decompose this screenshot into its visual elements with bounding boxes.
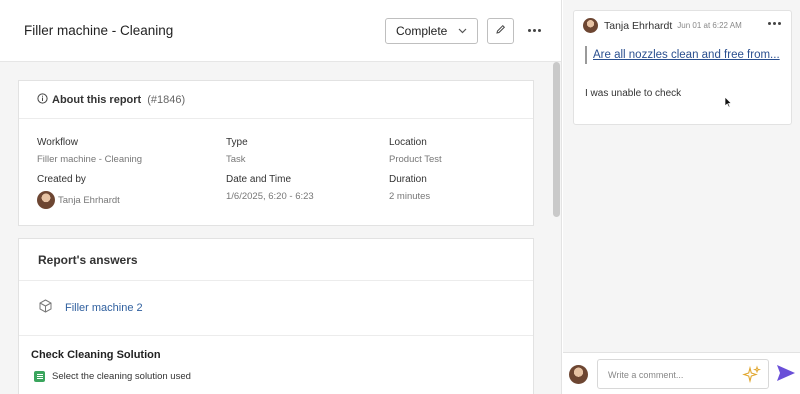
pencil-icon xyxy=(495,22,506,40)
report-header: Filler machine - Cleaning Complete xyxy=(0,0,561,62)
list-select-icon xyxy=(34,371,45,382)
created-by-field: Created by Tanja Ehrhardt xyxy=(37,174,120,209)
type-field: Type Task xyxy=(226,137,248,165)
date-time-field: Date and Time 1/6/2025, 6:20 - 6:23 xyxy=(226,174,314,202)
comment-composer: Write a comment... xyxy=(563,352,800,394)
comment-placeholder: Write a comment... xyxy=(608,370,684,380)
avatar xyxy=(37,191,55,209)
workflow-label: Workflow xyxy=(37,137,78,148)
date-time-value: 1/6/2025, 6:20 - 6:23 xyxy=(226,191,314,202)
scrollbar[interactable] xyxy=(553,62,560,217)
about-report-card: About this report (#1846) Workflow Fille… xyxy=(18,80,534,226)
type-value: Task xyxy=(226,154,246,165)
comment-input[interactable]: Write a comment... xyxy=(597,359,769,389)
avatar xyxy=(583,18,598,33)
comment-card: Tanja Ehrhardt Jun 01 at 6:22 AM Are all… xyxy=(573,10,792,125)
report-answers-card: Report's answers Filler machine 2 Check … xyxy=(18,238,534,394)
location-label: Location xyxy=(389,137,427,148)
about-report-header: About this report (#1846) xyxy=(19,81,533,119)
edit-button[interactable] xyxy=(487,17,514,44)
comment-quote: Are all nozzles clean and free from... xyxy=(585,46,785,64)
page-title: Filler machine - Cleaning xyxy=(24,23,174,38)
question-link[interactable]: Are all nozzles clean and free from... xyxy=(593,49,785,61)
status-dropdown[interactable]: Complete xyxy=(385,17,478,44)
comment-header: Tanja Ehrhardt Jun 01 at 6:22 AM xyxy=(574,11,791,33)
info-icon xyxy=(37,92,48,107)
question-row: Select the cleaning solution used xyxy=(19,361,533,382)
ai-sparkle-icon[interactable] xyxy=(742,365,762,387)
report-id: (#1846) xyxy=(147,93,186,106)
created-by-value: Tanja Ehrhardt xyxy=(58,194,120,206)
type-label: Type xyxy=(226,137,248,148)
mouse-cursor-icon xyxy=(724,95,732,113)
machine-row: Filler machine 2 xyxy=(19,281,533,336)
workflow-field: Workflow Filler machine - Cleaning xyxy=(37,137,142,165)
section-title: Check Cleaning Solution xyxy=(31,349,161,361)
report-answers-title: Report's answers xyxy=(19,239,533,281)
location-field: Location Product Test xyxy=(389,137,442,165)
date-time-label: Date and Time xyxy=(226,174,292,185)
workflow-value: Filler machine - Cleaning xyxy=(37,154,143,165)
send-icon[interactable] xyxy=(776,364,796,387)
report-content[interactable]: About this report (#1846) Workflow Fille… xyxy=(0,62,561,394)
chevron-down-icon xyxy=(458,26,467,36)
comment-body: I was unable to check xyxy=(585,88,682,99)
avatar xyxy=(569,365,588,384)
created-by-label: Created by xyxy=(37,174,86,185)
duration-field: Duration 2 minutes xyxy=(389,174,430,202)
comments-pane: Tanja Ehrhardt Jun 01 at 6:22 AM Are all… xyxy=(563,0,800,394)
location-value: Product Test xyxy=(389,154,442,165)
about-report-title: About this report xyxy=(52,93,142,106)
comment-author: Tanja Ehrhardt xyxy=(604,19,673,32)
comment-more-button[interactable] xyxy=(768,22,781,25)
comment-time: Jun 01 at 6:22 AM xyxy=(677,21,742,30)
question-text: Select the cleaning solution used xyxy=(52,371,191,382)
report-pane: Filler machine - Cleaning Complete About… xyxy=(0,0,562,394)
more-options-button[interactable] xyxy=(523,20,545,42)
duration-label: Duration xyxy=(389,174,427,185)
duration-value: 2 minutes xyxy=(389,191,431,202)
status-value: Complete xyxy=(396,23,448,38)
cube-icon xyxy=(39,298,52,318)
machine-link[interactable]: Filler machine 2 xyxy=(65,302,143,314)
